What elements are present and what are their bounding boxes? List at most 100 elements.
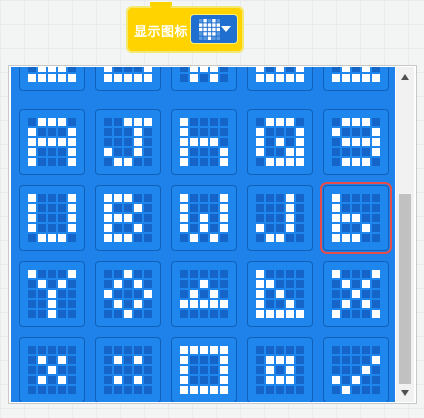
- letter-h-icon[interactable]: [171, 109, 237, 175]
- led-on: [342, 138, 350, 146]
- led-off: [48, 148, 56, 156]
- led-on: [372, 128, 380, 136]
- led-off: [134, 194, 142, 202]
- led-off: [38, 300, 46, 308]
- led-on: [28, 214, 36, 222]
- led-matrix: [180, 270, 228, 318]
- led-off: [38, 158, 46, 166]
- led-on: [276, 310, 284, 318]
- icon-dropdown[interactable]: [190, 14, 238, 44]
- led-off: [256, 194, 264, 202]
- led-off: [38, 386, 46, 394]
- led-on: [68, 74, 76, 82]
- letter-j-small-icon[interactable]: [247, 185, 313, 251]
- led-on: [124, 118, 132, 126]
- led-on: [286, 194, 294, 202]
- led-off: [256, 386, 264, 394]
- led-on: [190, 234, 198, 242]
- led-on: [276, 67, 284, 72]
- icon-partial-2[interactable]: [95, 67, 161, 91]
- led-on: [180, 204, 188, 212]
- led-on: [48, 366, 56, 374]
- led-off: [104, 386, 112, 394]
- led-off: [220, 128, 228, 136]
- led-off: [68, 300, 76, 308]
- led-on: [220, 356, 228, 364]
- led-off: [296, 300, 304, 308]
- scroll-up-button[interactable]: [396, 69, 414, 85]
- led-off: [286, 346, 294, 354]
- led-off: [48, 128, 56, 136]
- letter-a-icon[interactable]: [19, 109, 85, 175]
- led-on: [190, 290, 198, 298]
- led-off: [342, 270, 350, 278]
- led-off: [38, 310, 46, 318]
- icon-partial-1[interactable]: [19, 67, 85, 91]
- show-icon-block[interactable]: 显示图标: [126, 6, 244, 53]
- icon-partial-3[interactable]: [171, 67, 237, 91]
- led-on: [68, 128, 76, 136]
- square-icon[interactable]: [171, 337, 237, 402]
- led-off: [114, 366, 122, 374]
- diamond-icon[interactable]: [19, 337, 85, 402]
- check-icon[interactable]: [323, 337, 389, 402]
- letter-q-icon[interactable]: [247, 109, 313, 175]
- led-on: [180, 356, 188, 364]
- led-matrix: [28, 270, 76, 318]
- triangle-icon[interactable]: [171, 261, 237, 327]
- led-on: [256, 148, 264, 156]
- digit-9-icon[interactable]: [323, 109, 389, 175]
- led-off: [68, 118, 76, 126]
- scroll-thumb[interactable]: [399, 194, 411, 384]
- led-on: [28, 204, 36, 212]
- led-off: [28, 290, 36, 298]
- led-off: [276, 204, 284, 212]
- led-on: [256, 300, 264, 308]
- led-on: [210, 138, 218, 146]
- scrollbar[interactable]: [396, 67, 414, 402]
- led-off: [256, 214, 264, 222]
- letter-b-icon[interactable]: [95, 185, 161, 251]
- led-on: [342, 67, 350, 72]
- led-on: [286, 224, 294, 232]
- letter-b-small-icon[interactable]: [320, 182, 392, 254]
- letter-u-icon[interactable]: [19, 185, 85, 251]
- led-off: [180, 74, 188, 82]
- led-matrix: [256, 67, 304, 82]
- led-off: [296, 280, 304, 288]
- led-on: [332, 224, 340, 232]
- led-off: [276, 386, 284, 394]
- led-off: [256, 234, 264, 242]
- led-off: [200, 356, 208, 364]
- led-off: [220, 280, 228, 288]
- letter-w-icon[interactable]: [171, 185, 237, 251]
- led-off: [114, 270, 122, 278]
- led-off: [210, 194, 218, 202]
- led-on: [134, 224, 142, 232]
- corner-icon[interactable]: [247, 261, 313, 327]
- led-on: [286, 310, 294, 318]
- led-matrix: [104, 194, 152, 242]
- led-off: [372, 366, 380, 374]
- led-on: [220, 300, 228, 308]
- letter-j-icon[interactable]: [95, 109, 161, 175]
- dots-icon[interactable]: [95, 337, 161, 402]
- icon-partial-5[interactable]: [323, 67, 389, 91]
- led-on: [68, 204, 76, 212]
- led-on: [68, 194, 76, 202]
- led-on: [38, 280, 46, 288]
- letter-y-icon[interactable]: [19, 261, 85, 327]
- scroll-down-button[interactable]: [396, 385, 414, 401]
- arrow-down-icon: [401, 390, 409, 396]
- small-square-icon[interactable]: [247, 337, 313, 402]
- led-on: [38, 67, 46, 72]
- led-off: [114, 128, 122, 136]
- ring-icon[interactable]: [95, 261, 161, 327]
- icon-partial-4[interactable]: [247, 67, 313, 91]
- led-off: [104, 300, 112, 308]
- led-off: [220, 310, 228, 318]
- led-off: [180, 270, 188, 278]
- led-off: [48, 204, 56, 212]
- led-on: [352, 290, 360, 298]
- letter-x-icon[interactable]: [323, 261, 389, 327]
